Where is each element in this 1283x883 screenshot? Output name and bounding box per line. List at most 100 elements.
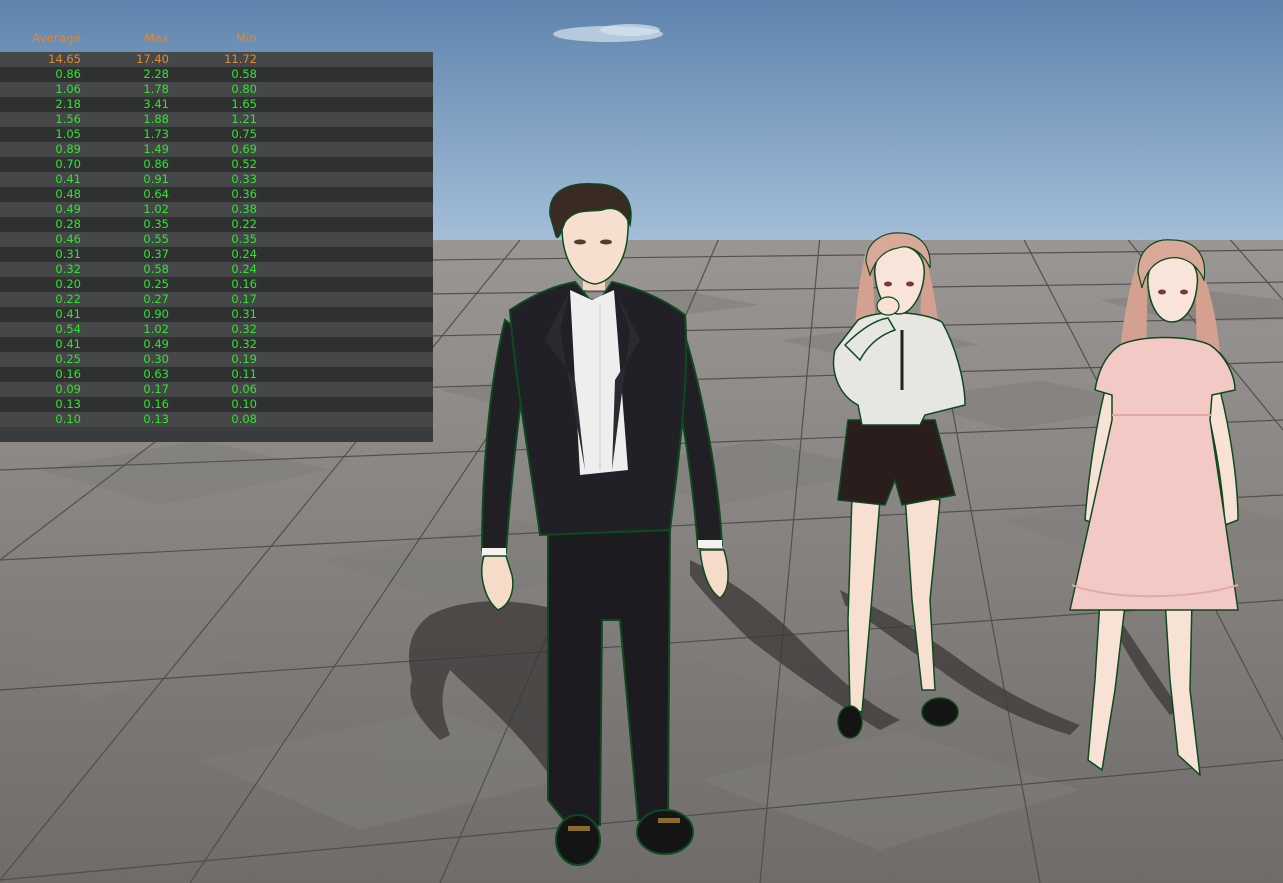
stats-row: 0.31 0.37 0.24	[0, 247, 433, 262]
stat-average-value: 1.06	[55, 82, 81, 96]
stat-max-value: 0.64	[143, 187, 169, 201]
stat-max-value: 0.91	[143, 172, 169, 186]
stats-row: 0.09 0.17 0.06	[0, 382, 433, 397]
stats-row: 0.54 1.02 0.32	[0, 322, 433, 337]
stat-max-value: 0.49	[143, 337, 169, 351]
header-max: Max	[144, 31, 169, 45]
stat-min-value: 0.08	[231, 412, 257, 426]
stat-average-value: 0.22	[55, 292, 81, 306]
stats-row: 0.89 1.49 0.69	[0, 142, 433, 157]
stats-row: 0.41 0.91 0.33	[0, 172, 433, 187]
stats-row: 0.25 0.30 0.19	[0, 352, 433, 367]
stat-max-value: 1.88	[143, 112, 169, 126]
stat-min-value: 1.21	[231, 112, 257, 126]
stat-average-value: 0.13	[55, 397, 81, 411]
stat-average-value: 0.49	[55, 202, 81, 216]
stat-min-value: 0.33	[231, 172, 257, 186]
stat-min-value: 0.22	[231, 217, 257, 231]
stats-row: 0.70 0.86 0.52	[0, 157, 433, 172]
stat-average-value: 0.31	[55, 247, 81, 261]
stat-max-value: 2.28	[143, 67, 169, 81]
stats-row: 0.10 0.13 0.08	[0, 412, 433, 427]
stat-max-value: 0.27	[143, 292, 169, 306]
stat-average-value: 0.86	[55, 67, 81, 81]
stats-row: 1.56 1.88 1.21	[0, 112, 433, 127]
stat-min-value: 0.35	[231, 232, 257, 246]
stat-average-value: 0.41	[55, 337, 81, 351]
stats-row: 0.41 0.49 0.32	[0, 337, 433, 352]
stat-unit-panel: Average Max Min 14.65 17.40 11.72 0.86 2.28 0…	[0, 28, 433, 442]
stat-max-value: 0.17	[143, 382, 169, 396]
stat-min-value: 0.32	[231, 337, 257, 351]
stat-min-value: 1.65	[231, 97, 257, 111]
stat-min-value: 0.06	[231, 382, 257, 396]
stats-row: 0.49 1.02 0.38	[0, 202, 433, 217]
stat-min-value: 0.32	[231, 322, 257, 336]
stat-min-value: 0.75	[231, 127, 257, 141]
stats-row: 1.05 1.73 0.75	[0, 127, 433, 142]
stats-row: 0.20 0.25 0.16	[0, 277, 433, 292]
stat-min-value: 0.36	[231, 187, 257, 201]
stats-row: 0.86 2.28 0.58	[0, 67, 433, 82]
stat-average-value: 0.16	[55, 367, 81, 381]
stat-max-value: 0.35	[143, 217, 169, 231]
stat-max-value: 17.40	[136, 52, 169, 66]
stat-average-value: 0.89	[55, 142, 81, 156]
stat-max-value: 0.90	[143, 307, 169, 321]
stats-row: 0.46 0.55 0.35	[0, 232, 433, 247]
stat-min-value: 0.19	[231, 352, 257, 366]
stat-min-value: 0.16	[231, 277, 257, 291]
stat-min-value: 0.80	[231, 82, 257, 96]
stat-min-value: 0.38	[231, 202, 257, 216]
stat-max-value: 0.58	[143, 262, 169, 276]
stat-max-value: 0.55	[143, 232, 169, 246]
stat-average-value: 0.54	[55, 322, 81, 336]
stat-max-value: 1.49	[143, 142, 169, 156]
stat-average-value: 1.56	[55, 112, 81, 126]
stat-max-value: 0.37	[143, 247, 169, 261]
stat-min-value: 11.72	[224, 52, 257, 66]
stats-row: 0.13 0.16 0.10	[0, 397, 433, 412]
stat-average-value: 0.10	[55, 412, 81, 426]
stat-min-value: 0.24	[231, 262, 257, 276]
stats-row: 0.22 0.27 0.17	[0, 292, 433, 307]
stat-min-value: 0.11	[231, 367, 257, 381]
stat-average-value: 0.25	[55, 352, 81, 366]
header-min: Min	[235, 31, 257, 45]
stat-average-value: 0.70	[55, 157, 81, 171]
stat-max-value: 3.41	[143, 97, 169, 111]
stats-header: Average Max Min	[0, 28, 433, 52]
stat-average-value: 0.32	[55, 262, 81, 276]
stat-min-value: 0.31	[231, 307, 257, 321]
stat-average-value: 14.65	[48, 52, 81, 66]
stat-max-value: 0.63	[143, 367, 169, 381]
stats-row: 0.28 0.35 0.22	[0, 217, 433, 232]
stats-row: 0.16 0.63 0.11	[0, 367, 433, 382]
stats-row: 0.41 0.90 0.31	[0, 307, 433, 322]
stat-max-value: 1.02	[143, 322, 169, 336]
stat-max-value: 1.73	[143, 127, 169, 141]
stat-average-value: 0.09	[55, 382, 81, 396]
header-average: Average	[32, 31, 81, 45]
stat-min-value: 0.52	[231, 157, 257, 171]
stat-max-value: 0.86	[143, 157, 169, 171]
stat-max-value: 0.13	[143, 412, 169, 426]
stats-row: 14.65 17.40 11.72	[0, 52, 433, 67]
stat-min-value: 0.17	[231, 292, 257, 306]
stat-min-value: 0.10	[231, 397, 257, 411]
stat-average-value: 2.18	[55, 97, 81, 111]
stats-row: 1.06 1.78 0.80	[0, 82, 433, 97]
stat-average-value: 1.05	[55, 127, 81, 141]
stats-row: 2.18 3.41 1.65	[0, 97, 433, 112]
stat-min-value: 0.69	[231, 142, 257, 156]
stat-min-value: 0.24	[231, 247, 257, 261]
stats-row: 0.32 0.58 0.24	[0, 262, 433, 277]
stats-row: 0.48 0.64 0.36	[0, 187, 433, 202]
stat-average-value: 0.28	[55, 217, 81, 231]
stats-table-body: 14.65 17.40 11.72 0.86 2.28 0.58 1.06 1.78 0.80 2…	[0, 52, 433, 442]
stat-max-value: 0.30	[143, 352, 169, 366]
stat-average-value: 0.46	[55, 232, 81, 246]
stat-max-value: 1.02	[143, 202, 169, 216]
stat-max-value: 0.16	[143, 397, 169, 411]
stat-average-value: 0.41	[55, 172, 81, 186]
